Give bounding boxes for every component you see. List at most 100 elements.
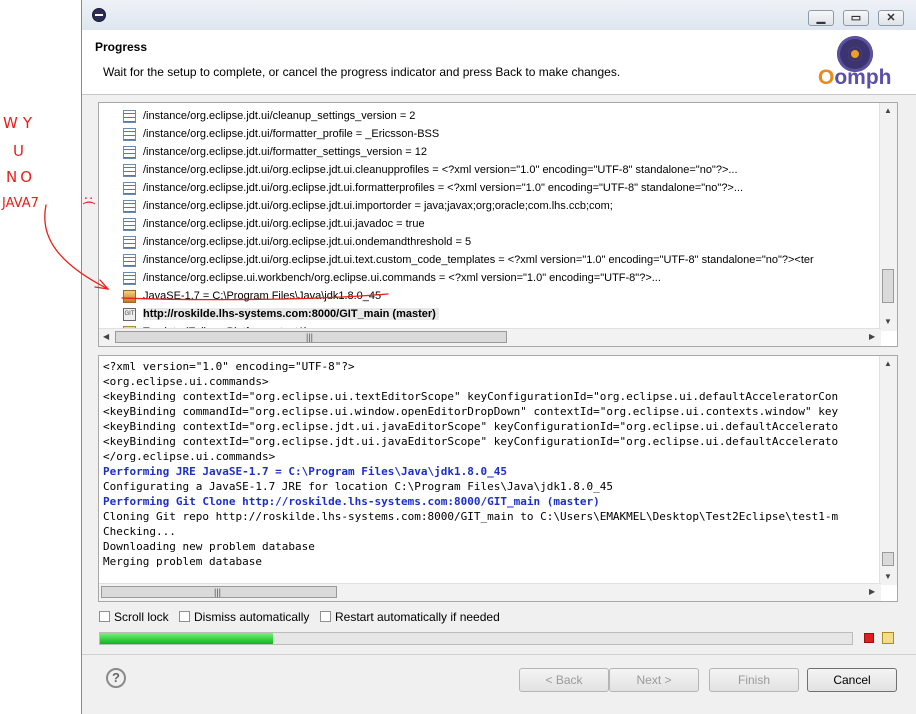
- tree-row-label: /instance/org.eclipse.jdt.ui/org.eclipse…: [143, 254, 814, 267]
- scroll-lock-label: Scroll lock: [114, 609, 169, 624]
- tree-row-label: JavaSE-1.7 = C:\Program Files\Java\jdk1.…: [143, 290, 382, 303]
- tree-row-label: http://roskilde.lhs-systems.com:8000/GIT…: [143, 308, 439, 321]
- annotation-text-no: NO: [6, 168, 35, 186]
- tree-row[interactable]: JavaSE-1.7 = C:\Program Files\Java\jdk1.…: [123, 287, 381, 305]
- properties-icon: [123, 217, 136, 231]
- log-line: Cloning Git repo http://roskilde.lhs-sys…: [103, 510, 839, 523]
- tree-horizontal-scrollbar[interactable]: ◀ ||| ▶: [99, 328, 881, 346]
- restart-automatically-checkbox[interactable]: Restart automatically if needed: [320, 608, 500, 624]
- log-line: <keyBinding commandId="org.eclipse.ui.wi…: [103, 405, 839, 418]
- tree-row[interactable]: /instance/org.eclipse.jdt.ui/org.eclipse…: [123, 197, 613, 215]
- help-icon[interactable]: ?: [106, 668, 126, 688]
- page-title: Progress: [95, 40, 148, 54]
- tree-row-label: /instance/org.eclipse.jdt.ui/cleanup_set…: [143, 110, 416, 123]
- wizard-header: Progress Wait for the setup to complete,…: [82, 30, 916, 95]
- tree-row-label: /instance/org.eclipse.ui.workbench/org.e…: [143, 272, 661, 285]
- task-tree[interactable]: /instance/org.eclipse.jdt.ui/cleanup_set…: [98, 102, 898, 347]
- annotation-text-wy: WY: [3, 114, 37, 132]
- log-line: Downloading new problem database: [103, 540, 315, 553]
- log-line: <keyBinding contextId="org.eclipse.jdt.u…: [103, 420, 839, 433]
- grip-icon: |||: [214, 587, 222, 597]
- scroll-up-icon[interactable]: ▲: [884, 359, 892, 368]
- cancel-button[interactable]: Cancel: [807, 668, 897, 692]
- maximize-button[interactable]: ▭: [843, 10, 869, 26]
- tree-row-label: /instance/org.eclipse.jdt.ui/formatter_p…: [143, 128, 440, 141]
- annotation-text-u: U: [13, 142, 24, 160]
- tree-row[interactable]: /instance/org.eclipse.jdt.ui/org.eclipse…: [123, 251, 814, 269]
- finish-button[interactable]: Finish: [709, 668, 799, 692]
- tree-row[interactable]: /instance/org.eclipse.jdt.ui/org.eclipse…: [123, 161, 738, 179]
- tree-row-label: /instance/org.eclipse.jdt.ui/formatter_s…: [143, 146, 428, 159]
- log-line: <?xml version="1.0" encoding="UTF-8"?>: [103, 360, 355, 373]
- log-line: Performing Git Clone http://roskilde.lhs…: [103, 495, 600, 508]
- pause-icon[interactable]: [882, 632, 894, 644]
- scroll-lock-checkbox[interactable]: Scroll lock: [99, 608, 169, 624]
- java-icon: [123, 289, 136, 303]
- properties-icon: [123, 163, 136, 177]
- footer-separator: [82, 654, 916, 655]
- checkbox-box[interactable]: [320, 611, 331, 623]
- log-line: Configurating a JavaSE-1.7 JRE for locat…: [103, 480, 613, 493]
- log-horizontal-scroll-thumb[interactable]: |||: [101, 586, 337, 598]
- tree-row-label: /instance/org.eclipse.jdt.ui/org.eclipse…: [143, 200, 613, 213]
- tree-row[interactable]: /instance/org.eclipse.jdt.ui/formatter_p…: [123, 125, 439, 143]
- grip-icon: |||: [306, 332, 314, 342]
- stop-icon[interactable]: [864, 633, 874, 643]
- properties-icon: [123, 109, 136, 123]
- properties-icon: [123, 235, 136, 249]
- back-button[interactable]: < Back: [519, 668, 609, 692]
- log-line: Checking...: [103, 525, 176, 538]
- minimize-button[interactable]: ▁: [808, 10, 834, 26]
- properties-icon: [123, 199, 136, 213]
- progress-fill: [100, 633, 273, 644]
- tree-row-label: /instance/org.eclipse.jdt.ui/org.eclipse…: [143, 164, 738, 177]
- log-line: Merging problem database: [103, 555, 262, 568]
- checkbox-box[interactable]: [179, 611, 190, 623]
- scroll-up-icon[interactable]: ▲: [884, 106, 892, 115]
- dismiss-automatically-label: Dismiss automatically: [194, 609, 310, 624]
- tree-row-label: /instance/org.eclipse.jdt.ui/org.eclipse…: [143, 218, 425, 231]
- tree-row[interactable]: /instance/org.eclipse.jdt.ui/formatter_s…: [123, 143, 427, 161]
- log-line: <keyBinding contextId="org.eclipse.jdt.u…: [103, 435, 839, 448]
- properties-icon: [123, 271, 136, 285]
- log-vertical-scroll-thumb[interactable]: [882, 552, 894, 566]
- annotation-text-java7: JAVA7: [1, 196, 39, 211]
- restart-automatically-label: Restart automatically if needed: [335, 609, 500, 624]
- tree-row[interactable]: /instance/org.eclipse.jdt.ui/org.eclipse…: [123, 215, 425, 233]
- close-button[interactable]: ✕: [878, 10, 904, 26]
- progress-bar: [99, 632, 853, 645]
- tree-row-label: /instance/org.eclipse.jdt.ui/org.eclipse…: [143, 236, 472, 249]
- log-line: Performing JRE JavaSE-1.7 = C:\Program F…: [103, 465, 507, 478]
- tree-row[interactable]: /instance/org.eclipse.jdt.ui/org.eclipse…: [123, 179, 743, 197]
- properties-icon: [123, 145, 136, 159]
- properties-icon: [123, 127, 136, 141]
- log-line: </org.eclipse.ui.commands>: [103, 450, 276, 463]
- title-bar[interactable]: ▁ ▭ ✕: [82, 0, 916, 30]
- page-description: Wait for the setup to complete, or cance…: [103, 65, 621, 79]
- tree-row[interactable]: /instance/org.eclipse.ui.workbench/org.e…: [123, 269, 661, 287]
- scroll-right-icon[interactable]: ▶: [869, 587, 875, 596]
- log-output[interactable]: <?xml version="1.0" encoding="UTF-8"?> <o…: [98, 355, 898, 602]
- tree-horizontal-scroll-thumb[interactable]: |||: [115, 331, 507, 343]
- tree-row-label: /instance/org.eclipse.jdt.ui/org.eclipse…: [143, 182, 744, 195]
- tree-row[interactable]: /instance/org.eclipse.jdt.ui/org.eclipse…: [123, 233, 471, 251]
- scroll-down-icon[interactable]: ▼: [884, 317, 892, 326]
- properties-icon: [123, 181, 136, 195]
- eclipse-icon: [92, 8, 106, 22]
- log-vertical-scrollbar[interactable]: ▲ ▼: [879, 356, 897, 585]
- dismiss-automatically-checkbox[interactable]: Dismiss automatically: [179, 608, 309, 624]
- tree-vertical-scrollbar[interactable]: ▲ ▼: [879, 103, 897, 331]
- scroll-left-icon[interactable]: ◀: [103, 332, 109, 341]
- next-button[interactable]: Next >: [609, 668, 699, 692]
- scroll-right-icon[interactable]: ▶: [869, 332, 875, 341]
- log-line: <keyBinding contextId="org.eclipse.ui.te…: [103, 390, 839, 403]
- properties-icon: [123, 253, 136, 267]
- scroll-down-icon[interactable]: ▼: [884, 572, 892, 581]
- progress-dialog: ▁ ▭ ✕ Progress Wait for the setup to com…: [81, 0, 916, 714]
- oomph-logo: Oomph: [818, 66, 892, 89]
- tree-row[interactable]: /instance/org.eclipse.jdt.ui/cleanup_set…: [123, 107, 415, 125]
- tree-vertical-scroll-thumb[interactable]: [882, 269, 894, 303]
- checkbox-box[interactable]: [99, 611, 110, 623]
- log-horizontal-scrollbar[interactable]: ◀ ||| ▶: [99, 583, 881, 601]
- tree-row[interactable]: GIT http://roskilde.lhs-systems.com:8000/…: [123, 305, 439, 323]
